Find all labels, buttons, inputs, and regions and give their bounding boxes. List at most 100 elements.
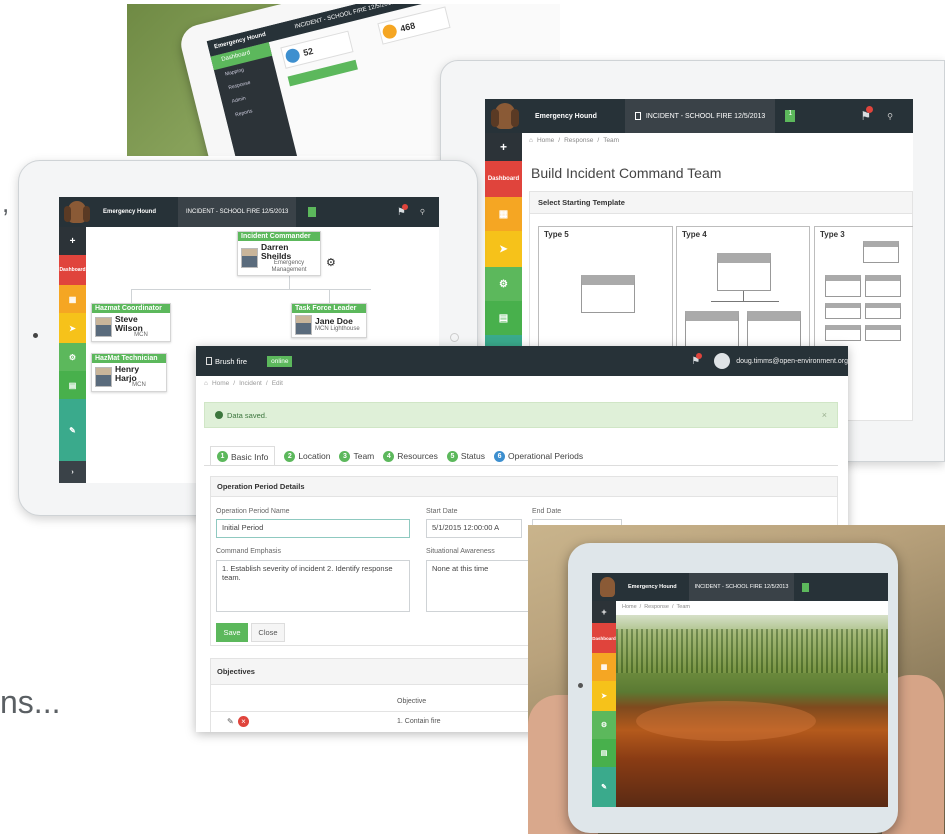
sidebar-megaphone-icon[interactable]: ➤ — [59, 313, 86, 343]
tab-location[interactable]: 2 Location — [284, 450, 330, 462]
emphasis-textarea[interactable]: 1. Establish severity of incident 2. Ide… — [216, 560, 410, 612]
avatar — [295, 315, 312, 335]
org-line — [329, 289, 330, 303]
delete-icon[interactable]: × — [238, 716, 249, 727]
document-icon — [634, 112, 641, 120]
sidebar-plus[interactable]: + — [485, 133, 522, 161]
sidebar-plus[interactable]: + — [59, 227, 86, 255]
tab-team[interactable]: 3 Team — [339, 450, 375, 462]
tab-operational-periods[interactable]: 6 Operational Periods — [494, 450, 584, 462]
op-name-label: Operation Period Name — [216, 508, 290, 515]
photo-status-badge[interactable] — [802, 582, 810, 592]
success-alert: Data saved. × — [204, 402, 838, 428]
user-avatar[interactable] — [714, 353, 731, 369]
build-search-icon[interactable]: ⚲ — [887, 112, 893, 121]
sidebar-pencil-icon[interactable]: ✎ — [59, 399, 86, 461]
sidebar-table-icon[interactable]: ▦ — [59, 285, 86, 313]
node-task-force-leader[interactable]: Task Force Leader Jane Doe MCN Lighthous… — [291, 303, 367, 338]
sidebar-gear-icon[interactable]: ⚙ — [59, 343, 86, 371]
close-icon[interactable]: × — [822, 410, 827, 420]
breadcrumb-home[interactable]: Home — [622, 604, 637, 610]
sidebar-megaphone-icon[interactable]: ➤ — [485, 231, 522, 267]
edit-icon[interactable]: ✎ — [227, 717, 234, 726]
node-org: MCN — [134, 332, 148, 338]
org-sidebar: + Dashboard ▦ ➤ ⚙ ▤ ✎ › — [59, 227, 86, 483]
sidebar-megaphone-icon[interactable]: ➤ — [592, 681, 616, 711]
sidebar-dashboard[interactable]: Dashboard — [59, 255, 86, 285]
reeds — [616, 629, 888, 673]
home-icon: ⌂ — [529, 137, 533, 144]
sidebar-plus[interactable]: + — [592, 601, 616, 623]
build-brand: Emergency Hound — [535, 112, 597, 120]
breadcrumb-team[interactable]: Team — [677, 604, 690, 610]
org-box — [825, 275, 861, 297]
notification-bell-icon[interactable]: ⚑ — [691, 352, 703, 367]
sidebar-table-icon[interactable]: ▦ — [592, 653, 616, 681]
sidebar-table-icon[interactable]: ▦ — [485, 197, 522, 231]
close-button[interactable]: Close — [251, 623, 285, 642]
node-hazmat-coordinator[interactable]: Hazmat Coordinator Steve Wilson MCN — [91, 303, 171, 342]
stat-icon-orange — [381, 23, 399, 41]
tab-label: Operational Periods — [508, 451, 584, 461]
node-incident-commander[interactable]: Incident Commander Darren Sheilds Emerge… — [237, 231, 321, 277]
sidebar-dashboard[interactable]: Dashboard — [485, 161, 522, 197]
tab-label: Basic Info — [231, 451, 269, 462]
sidebar-pencil-icon[interactable]: ✎ — [592, 767, 616, 807]
awareness-textarea[interactable]: None at this time — [426, 560, 536, 612]
avatar — [95, 316, 112, 337]
stat-count-2: 468 — [399, 20, 417, 34]
start-date-label: Start Date — [426, 508, 458, 515]
sidebar-collapse-icon[interactable]: › — [59, 461, 86, 483]
tab-number: 1 — [217, 451, 228, 462]
org-box — [865, 303, 901, 319]
tablet-home-button — [33, 333, 38, 338]
photo-incident-strip: INCIDENT - SCHOOL FIRE 12/5/2013 — [688, 573, 795, 601]
org-line — [711, 301, 779, 302]
breadcrumb-home[interactable]: Home — [537, 137, 554, 144]
sidebar-doc-icon[interactable]: ▤ — [485, 301, 522, 335]
tablet-camera — [450, 333, 459, 342]
op-name-input[interactable]: Initial Period — [216, 519, 410, 538]
water-sheen — [636, 701, 816, 741]
org-search-icon[interactable]: ⚲ — [420, 208, 425, 216]
sidebar-dashboard[interactable]: Dashboard — [592, 623, 616, 653]
notification-bell-icon[interactable]: ⚑ — [397, 203, 408, 218]
start-date-input[interactable]: 5/1/2015 12:00:00 A — [426, 519, 522, 538]
tablet-home-button — [578, 683, 583, 688]
build-status-badge[interactable]: 1 — [785, 110, 796, 122]
breadcrumb-home[interactable]: Home — [212, 380, 229, 387]
tab-number: 2 — [284, 450, 296, 462]
org-status-badge[interactable] — [308, 207, 317, 217]
sidebar-gear-icon[interactable]: ⚙ — [592, 711, 616, 739]
tab-label: Team — [353, 451, 375, 461]
gear-icon[interactable]: ⚙ — [326, 256, 336, 269]
breadcrumb-team[interactable]: Team — [603, 137, 619, 144]
user-email[interactable]: doug.timms@open-environment.org — [736, 358, 848, 365]
sidebar-doc-icon[interactable]: ▤ — [592, 739, 616, 767]
online-badge: online — [267, 355, 293, 367]
tablet-photo-device: Emergency Hound INCIDENT - SCHOOL FIRE 1… — [568, 543, 898, 833]
form-incident-name: Brush fire — [215, 356, 248, 366]
tab-status[interactable]: 5 Status — [446, 450, 485, 462]
node-hazmat-technician[interactable]: HazMat Technician Henry Harjo MCN — [91, 353, 167, 392]
org-box — [865, 325, 901, 341]
org-box — [717, 253, 771, 291]
sidebar-doc-icon[interactable]: ▤ — [59, 371, 86, 399]
photo-sidebar: + Dashboard ▦ ➤ ⚙ ▤ ✎ — [592, 601, 616, 807]
tab-resources[interactable]: 4 Resources — [383, 450, 438, 462]
check-circle-icon — [215, 411, 223, 419]
avatar — [241, 248, 258, 269]
breadcrumb-response[interactable]: Response — [564, 137, 593, 144]
breadcrumb-response[interactable]: Response — [644, 604, 669, 610]
sidebar-gear-icon[interactable]: ⚙ — [485, 267, 522, 301]
breadcrumb-edit[interactable]: Edit — [272, 380, 283, 387]
breadcrumb-incident[interactable]: Incident — [239, 380, 262, 387]
notification-bell-icon[interactable]: ⚑ — [860, 106, 874, 123]
build-topbar: Emergency Hound INCIDENT - SCHOOL FIRE 1… — [485, 99, 913, 133]
tab-basic-info[interactable]: 1 Basic Info — [210, 446, 276, 466]
org-incident: INCIDENT - SCHOOL FIRE 12/5/2013 — [186, 209, 289, 215]
form-breadcrumb: ⌂ Home / Incident / Edit — [204, 380, 283, 387]
save-button[interactable]: Save — [216, 623, 248, 642]
hound-logo — [592, 573, 622, 601]
template-type5-label: Type 5 — [544, 230, 569, 239]
